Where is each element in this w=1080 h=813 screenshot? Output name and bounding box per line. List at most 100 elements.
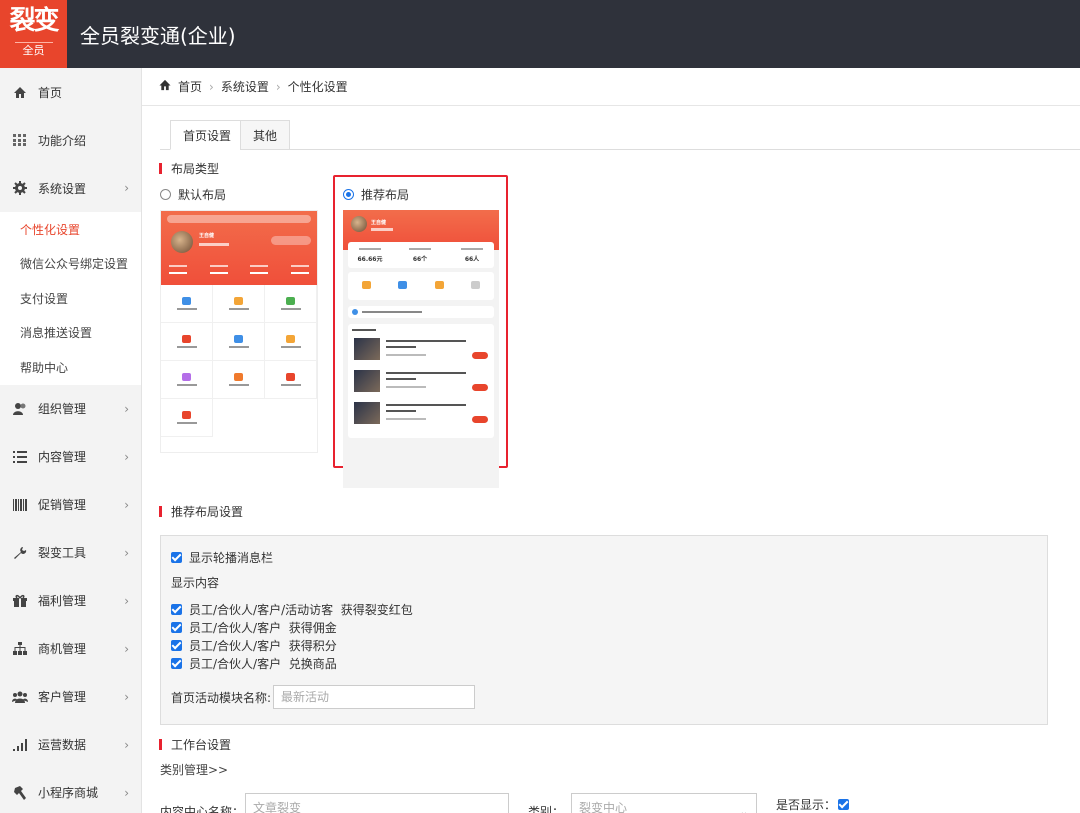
sidebar-item-welfare[interactable]: 福利管理 › — [0, 577, 141, 625]
content-checkbox-red-packet[interactable]: 员工/合伙人/客户/活动访客 获得裂变红包 — [171, 601, 413, 618]
signal-icon — [12, 737, 28, 753]
preview-activity-button — [472, 352, 488, 359]
sidebar-subitem-push[interactable]: 消息推送设置 — [0, 316, 141, 351]
preview-stat — [209, 265, 228, 274]
preview-line — [386, 404, 466, 406]
sidebar-item-home[interactable]: 首页 — [0, 68, 141, 116]
preview-activity-thumb — [354, 402, 380, 424]
sidebar-item-promotion[interactable]: 促销管理 › — [0, 481, 141, 529]
breadcrumb-home[interactable]: 首页 — [178, 78, 202, 95]
recommended-layout-preview[interactable]: 王自健 66.66元 66个 66人 — [343, 210, 499, 488]
preview-activity-button — [472, 416, 488, 423]
sidebar-item-features[interactable]: 功能介绍 — [0, 116, 141, 164]
sidebar-subitem-wechat-binding[interactable]: 微信公众号绑定设置 — [0, 247, 141, 282]
chevron-down-icon: ⌄ — [739, 807, 748, 813]
app-title: 全员裂变通(企业) — [80, 24, 236, 48]
preview-activity-thumb — [354, 370, 380, 392]
preview-activity-row — [354, 338, 488, 360]
preview-grid-cell — [161, 323, 213, 361]
content-checkbox-points[interactable]: 员工/合伙人/客户 获得积分 — [171, 637, 337, 654]
sidebar-subitem-personalization[interactable]: 个性化设置 — [0, 212, 141, 247]
tab-bar: 首页设置 其他 — [160, 120, 1080, 150]
content-checkbox-commission[interactable]: 员工/合伙人/客户 获得佣金 — [171, 619, 337, 636]
chevron-right-icon: › — [124, 181, 129, 195]
preview-line — [371, 228, 393, 231]
carousel-checkbox-row[interactable]: 显示轮播消息栏 — [171, 549, 273, 566]
chevron-right-icon: › — [124, 449, 129, 464]
chevron-right-icon: › — [124, 401, 129, 416]
preview-stat: 66人 — [452, 248, 492, 263]
sidebar-item-label: 裂变工具 — [38, 546, 87, 560]
default-layout-preview[interactable]: 王自健 — [160, 210, 318, 453]
activity-module-name-input[interactable]: 最新活动 — [273, 685, 475, 709]
checkbox-checked[interactable] — [171, 552, 182, 563]
recommend-settings-heading: 推荐布局设置 — [159, 503, 243, 520]
sidebar-item-content[interactable]: 内容管理 › — [0, 433, 141, 481]
category-select[interactable]: 裂变中心 ⌄ — [571, 793, 757, 813]
preview-stat — [169, 265, 187, 274]
sidebar-item-organization[interactable]: 组织管理 › — [0, 385, 141, 433]
preview-user-name: 王自健 — [371, 220, 387, 226]
sidebar-item-system-settings[interactable]: 系统设置 › — [0, 164, 141, 212]
content-center-name-input[interactable]: 文章裂变 — [245, 793, 509, 813]
sidebar-item-label: 促销管理 — [38, 498, 87, 512]
preview-icon-grid — [161, 285, 317, 437]
sidebar-item-label: 运营数据 — [38, 738, 87, 752]
preview-shortcut-icon — [398, 280, 408, 289]
breadcrumb-separator: › — [275, 79, 281, 94]
checkbox-checked[interactable] — [171, 604, 182, 615]
sidebar-item-label: 内容管理 — [38, 450, 87, 464]
gift-icon — [12, 593, 28, 609]
tab-homepage-settings[interactable]: 首页设置 — [170, 120, 245, 150]
sidebar-item-opportunity[interactable]: 商机管理 › — [0, 625, 141, 673]
radio-default-layout[interactable]: 默认布局 — [160, 186, 226, 203]
preview-line — [386, 340, 466, 342]
sidebar-subitem-payment[interactable]: 支付设置 — [0, 281, 141, 316]
app-logo[interactable]: 裂变 全员 — [0, 0, 67, 68]
show-toggle-row: 是否显示： — [776, 796, 850, 813]
section-marker — [159, 506, 162, 517]
preview-stats — [169, 265, 309, 279]
tab-other[interactable]: 其他 — [240, 120, 291, 150]
top-bar: 裂变 全员 全员裂变通(企业) — [0, 0, 1080, 68]
checkbox-checked[interactable] — [171, 640, 182, 651]
breadcrumb: 首页 › 系统设置 › 个性化设置 — [142, 68, 1080, 106]
sidebar-item-fission-tools[interactable]: 裂变工具 › — [0, 529, 141, 577]
recommend-settings-panel: 显示轮播消息栏 显示内容 员工/合伙人/客户/活动访客 获得裂变红包 员工/合伙… — [160, 535, 1048, 725]
preview-line — [386, 372, 466, 374]
preview-stat-value: 66人 — [464, 256, 480, 263]
section-title: 布局类型 — [171, 162, 220, 176]
preview-activity-thumb — [354, 338, 380, 360]
checkbox-checked[interactable] — [171, 658, 182, 669]
radio-button[interactable] — [160, 189, 171, 200]
preview-grid-cell — [213, 361, 265, 399]
category-select-value: 裂变中心 — [579, 801, 628, 813]
sidebar-item-label: 福利管理 — [38, 594, 87, 608]
section-title: 工作台设置 — [171, 738, 232, 752]
sidebar-item-label: 小程序商城 — [38, 786, 99, 800]
preview-grid-cell — [161, 399, 213, 437]
sidebar-item-mini-program-mall[interactable]: 小程序商城 › — [0, 769, 141, 813]
content-checkbox-redeem[interactable]: 员工/合伙人/客户 兑换商品 — [171, 655, 337, 672]
checkbox-label: 员工/合伙人/客户/活动访客 获得裂变红包 — [189, 603, 413, 617]
sidebar-subitem-help[interactable]: 帮助中心 — [0, 350, 141, 385]
breadcrumb-system-settings[interactable]: 系统设置 — [221, 78, 269, 95]
preview-grid-cell — [213, 323, 265, 361]
sidebar-item-customers[interactable]: 客户管理 › — [0, 673, 141, 721]
home-icon — [158, 79, 172, 95]
preview-line — [386, 346, 416, 348]
category-manage-link[interactable]: 类别管理>> — [160, 761, 228, 778]
show-checkbox[interactable] — [838, 799, 850, 810]
preview-grid-cell — [265, 361, 317, 399]
chevron-right-icon: › — [124, 545, 129, 560]
chevron-right-icon: › — [124, 593, 129, 608]
preview-grid-cell — [213, 285, 265, 323]
checkbox-checked[interactable] — [171, 622, 182, 633]
sidebar-item-operations-data[interactable]: 运营数据 › — [0, 721, 141, 769]
chevron-right-icon: › — [124, 689, 129, 704]
main-content: 首页 › 系统设置 › 个性化设置 首页设置 其他 布局类型 默认布局 推荐布局… — [142, 68, 1080, 813]
chevron-right-icon: › — [124, 641, 129, 656]
preview-line — [362, 311, 422, 313]
preview-line — [386, 378, 416, 380]
wrench-icon — [12, 545, 28, 561]
